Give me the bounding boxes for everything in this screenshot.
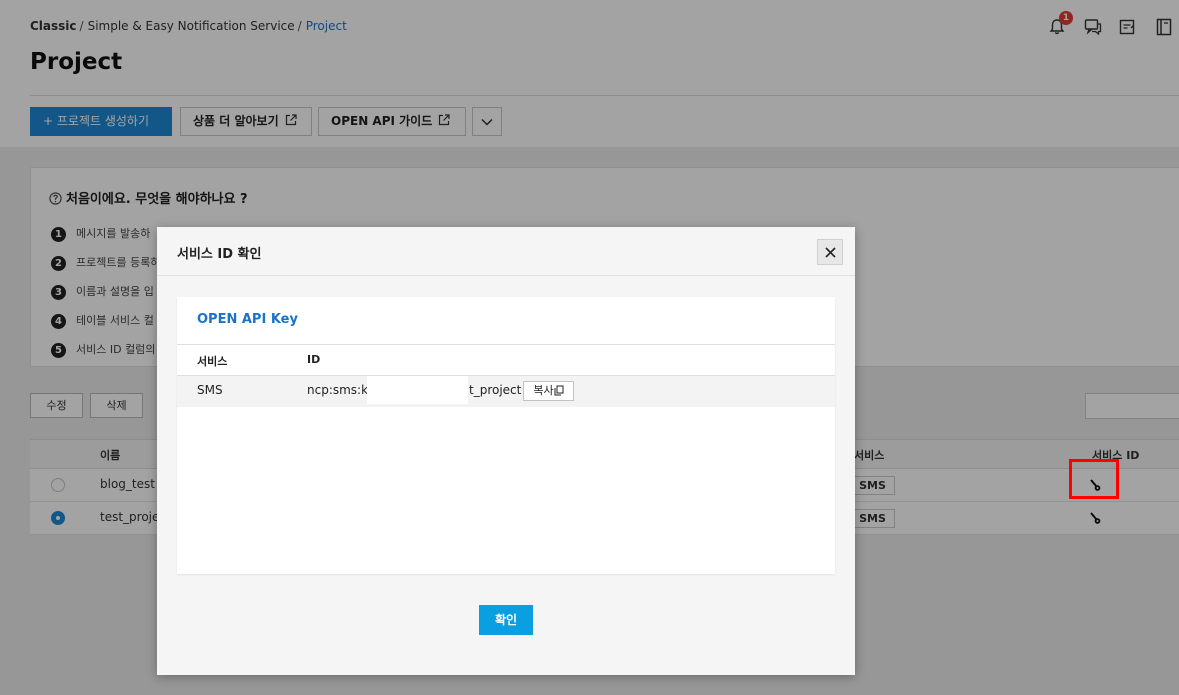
redacted-area <box>367 376 468 404</box>
copy-button[interactable]: 복사 <box>523 381 574 401</box>
service-id-prefix: ncp:sms:kr <box>307 383 373 397</box>
column-id: ID <box>307 353 321 366</box>
key-table-row: SMS ncp:sms:kr t_project 복사 <box>177 376 835 407</box>
column-service: 서비스 <box>197 355 228 368</box>
service-id-modal: 서비스 ID 확인 OPEN API Key 서비스 ID SMS ncp:sm… <box>157 227 855 675</box>
service-id-suffix: t_project <box>469 383 522 397</box>
api-key-card: OPEN API Key 서비스 ID SMS ncp:sms:kr t_pro… <box>177 297 835 574</box>
key-table-header: 서비스 ID <box>177 344 835 376</box>
close-button[interactable] <box>817 239 843 265</box>
service-value: SMS <box>197 383 223 397</box>
card-title: OPEN API Key <box>197 312 298 327</box>
modal-title: 서비스 ID 확인 <box>177 247 262 262</box>
copy-icon <box>554 385 564 396</box>
modal-header: 서비스 ID 확인 <box>157 227 855 276</box>
confirm-button[interactable]: 확인 <box>479 605 533 635</box>
highlight-box <box>1069 459 1119 499</box>
copy-label: 복사 <box>533 384 554 397</box>
close-icon <box>825 247 836 258</box>
